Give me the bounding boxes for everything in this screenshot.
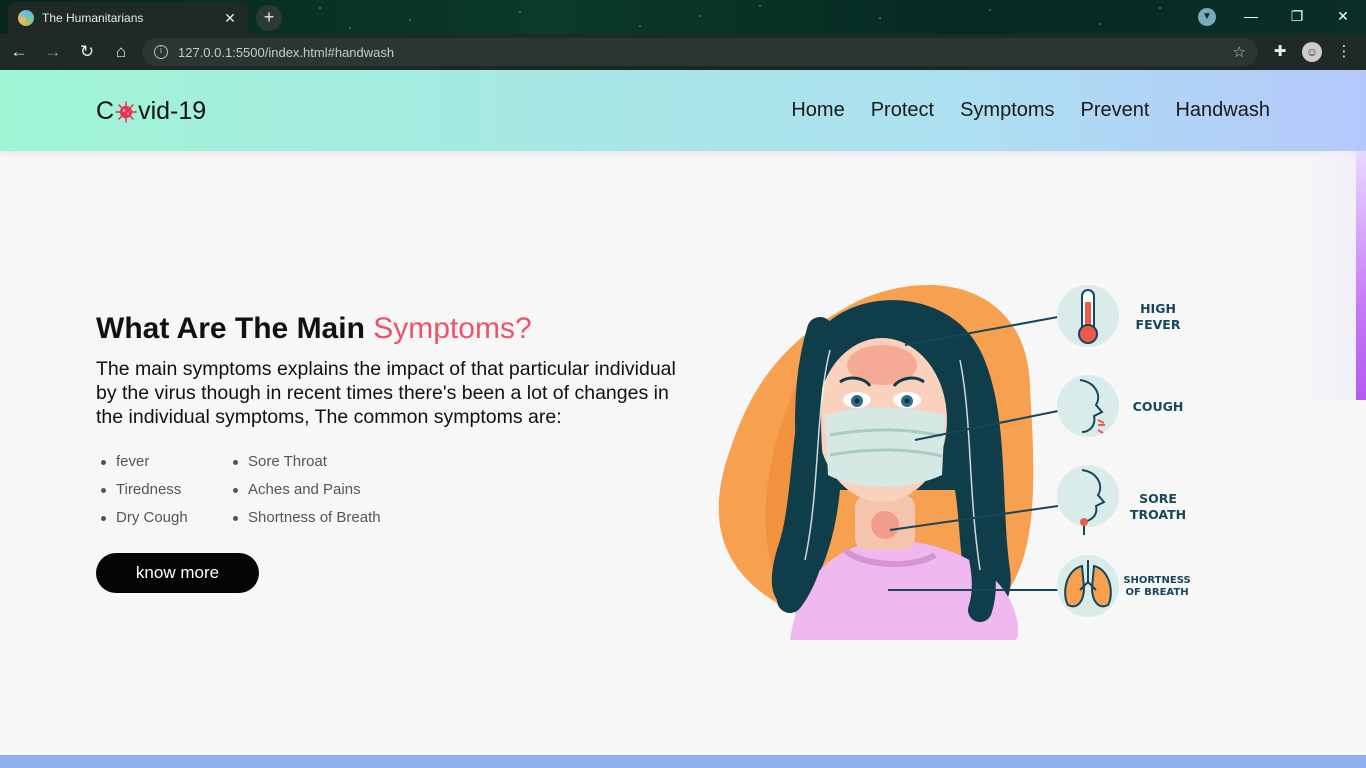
label-line: SORE xyxy=(1139,491,1177,506)
label-line: OF BREATH xyxy=(1125,587,1189,598)
close-window-button[interactable]: ✕ xyxy=(1328,5,1358,27)
nav-handwash[interactable]: Handwash xyxy=(1175,99,1270,122)
list-item: Sore Throat xyxy=(228,452,428,472)
virus-icon xyxy=(115,101,137,123)
know-more-button[interactable]: know more xyxy=(96,553,259,593)
scrollbar-thumb[interactable] xyxy=(1356,151,1366,400)
list-item: Aches and Pains xyxy=(228,480,428,500)
nav-links: Home Protect Symptoms Prevent Handwash xyxy=(791,99,1270,122)
symptom-label: Dry Cough xyxy=(116,509,188,526)
list-item: Tiredness xyxy=(96,480,228,500)
bullet-icon xyxy=(101,487,106,493)
browser-toolbar: ← → ↻ ⌂ i 127.0.0.1:5500/index.html#hand… xyxy=(0,34,1366,70)
browser-tab[interactable]: The Humanitarians ✕ xyxy=(8,2,248,34)
home-icon[interactable]: ⌂ xyxy=(106,37,136,67)
label-line: FEVER xyxy=(1135,317,1181,332)
bullet-icon xyxy=(101,459,106,465)
profile-avatar-icon[interactable]: ☺ xyxy=(1302,42,1322,62)
url-text[interactable]: 127.0.0.1:5500/index.html#handwash xyxy=(178,45,1233,60)
symptom-label: Sore Throat xyxy=(248,453,327,470)
next-section-edge xyxy=(0,755,1366,768)
logo-text-suffix: vid-19 xyxy=(138,97,207,125)
bookmark-star-icon[interactable]: ☆ xyxy=(1233,43,1246,61)
label-sore-throat: SORE TROATH xyxy=(1122,491,1194,523)
extensions-puzzle-icon[interactable]: ✚ xyxy=(1270,42,1290,62)
address-bar[interactable]: i 127.0.0.1:5500/index.html#handwash ☆ xyxy=(142,38,1258,66)
bullet-icon xyxy=(233,487,238,493)
label-cough: COUGH xyxy=(1132,399,1184,414)
reload-icon[interactable]: ↻ xyxy=(72,37,102,67)
globe-icon xyxy=(18,10,34,26)
symptom-label: Aches and Pains xyxy=(248,481,361,498)
heading-main: What Are The Main xyxy=(96,312,374,345)
list-item: Shortness of Breath xyxy=(228,508,428,528)
heading-accent: Symptoms? xyxy=(373,312,532,345)
symptom-label: Tiredness xyxy=(116,481,182,498)
new-tab-button[interactable]: + xyxy=(256,5,282,31)
label-line: TROATH xyxy=(1129,507,1187,522)
symptom-list: fever Sore Throat Tiredness Aches and Pa… xyxy=(96,452,428,528)
bullet-icon xyxy=(233,459,238,465)
minimize-button[interactable]: — xyxy=(1236,5,1266,27)
label-high-fever: HIGH FEVER xyxy=(1128,301,1188,333)
scroll-glow xyxy=(1296,151,1356,400)
tab-close-button[interactable]: ✕ xyxy=(222,10,238,27)
logo-text-prefix: C xyxy=(96,97,115,125)
browser-titlebar: The Humanitarians ✕ + ▼ — ❐ ✕ xyxy=(0,0,1366,34)
section-description: The main symptoms explains the impact of… xyxy=(96,358,676,428)
info-icon[interactable]: i xyxy=(154,45,168,59)
nav-home[interactable]: Home xyxy=(791,99,844,122)
site-navbar: C vid-19 Home Protect Symptoms Prevent H… xyxy=(0,70,1366,151)
symptom-label: Shortness of Breath xyxy=(248,509,381,526)
bullet-icon xyxy=(101,515,106,521)
tab-title: The Humanitarians xyxy=(42,11,144,25)
list-item: Dry Cough xyxy=(96,508,228,528)
section-heading: What Are The Main Symptoms? xyxy=(96,312,532,346)
list-item: fever xyxy=(96,452,228,472)
symptom-label: fever xyxy=(116,453,150,470)
label-shortness-of-breath: SHORTNESS OF BREATH xyxy=(1117,575,1197,599)
symptoms-illustration: HIGH FEVER COUGH SORE TROATH SHORTNESS O… xyxy=(710,270,1210,650)
menu-kebab-icon[interactable]: ⋮ xyxy=(1334,42,1354,62)
restore-button[interactable]: ❐ xyxy=(1282,5,1312,27)
nav-protect[interactable]: Protect xyxy=(871,99,934,122)
site-logo[interactable]: C vid-19 xyxy=(96,97,206,126)
back-arrow-icon[interactable]: ← xyxy=(4,37,34,67)
forward-arrow-icon[interactable]: → xyxy=(38,37,68,67)
nav-prevent[interactable]: Prevent xyxy=(1081,99,1150,122)
label-line: SHORTNESS xyxy=(1123,575,1191,586)
label-line: HIGH xyxy=(1140,301,1176,316)
bullet-icon xyxy=(233,515,238,521)
downloads-icon[interactable]: ▼ xyxy=(1198,8,1216,26)
nav-symptoms[interactable]: Symptoms xyxy=(960,99,1054,122)
